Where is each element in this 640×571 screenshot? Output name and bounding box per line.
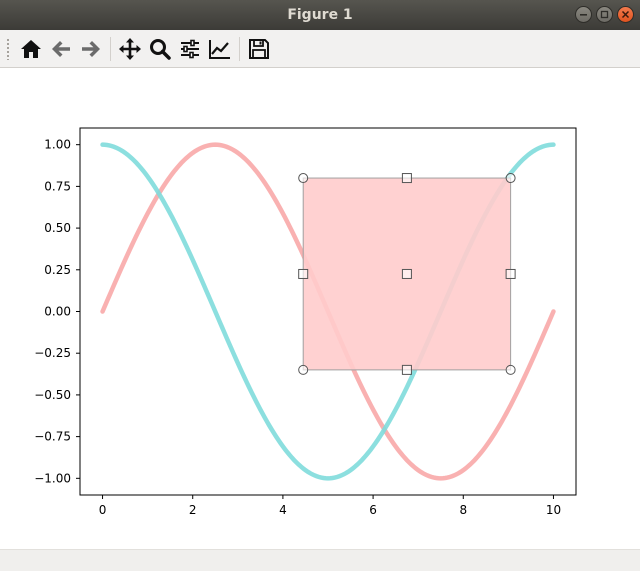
toolbar-grip[interactable] (6, 37, 10, 60)
maximize-icon (600, 10, 609, 19)
window-controls (575, 6, 634, 23)
selector-handle-center[interactable] (401, 268, 412, 279)
selector-handle-top[interactable] (401, 173, 412, 184)
y-tick-label: −0.50 (34, 388, 71, 402)
home-button[interactable] (16, 33, 46, 65)
forward-icon (82, 40, 100, 57)
selector-handle-bottom-left[interactable] (298, 364, 309, 375)
minimize-button[interactable] (575, 6, 592, 23)
subplots-icon (181, 39, 199, 58)
toolbar-separator (110, 36, 111, 61)
save-icon (249, 38, 269, 59)
status-bar (0, 549, 640, 571)
zoom-icon (150, 38, 171, 60)
subplots-button[interactable] (175, 33, 205, 65)
home-icon (21, 39, 41, 58)
y-tick-label: 0.00 (44, 305, 71, 319)
x-tick-label: 6 (369, 503, 377, 517)
y-tick-label: −1.00 (34, 471, 71, 485)
y-tick-label: −0.25 (34, 346, 71, 360)
pan-icon (119, 37, 141, 60)
selector-handle-top-left[interactable] (298, 173, 309, 184)
edit-axes-icon (209, 39, 230, 59)
zoom-button[interactable] (145, 33, 175, 65)
selector-handle-left[interactable] (298, 268, 309, 279)
x-tick-label: 2 (189, 503, 197, 517)
x-tick-label: 8 (459, 503, 467, 517)
edit-axes-button[interactable] (205, 33, 235, 65)
forward-button[interactable] (76, 33, 106, 65)
y-tick-label: 0.75 (44, 179, 71, 193)
selector-handle-right[interactable] (505, 268, 516, 279)
toolbar-separator (239, 36, 240, 61)
x-tick-label: 4 (279, 503, 287, 517)
y-tick-label: 1.00 (44, 138, 71, 152)
x-tick-label: 0 (99, 503, 107, 517)
x-axis-ticks: 0 2 4 6 8 10 (99, 495, 561, 517)
x-tick-label: 10 (546, 503, 561, 517)
close-button[interactable] (617, 6, 634, 23)
plot-svg[interactable]: 0 2 4 6 8 10 1.00 0.75 0.50 0.25 0.00 −0.25 −0.50 −0… (0, 68, 640, 549)
save-button[interactable] (244, 33, 274, 65)
selector-handle-bottom[interactable] (401, 364, 412, 375)
figure-canvas[interactable]: 0 2 4 6 8 10 1.00 0.75 0.50 0.25 0.00 −0.25 −0.50 −0… (0, 68, 640, 549)
navigation-toolbar (0, 30, 640, 68)
selector-handle-top-right[interactable] (505, 173, 516, 184)
close-icon (621, 10, 630, 19)
y-tick-label: 0.50 (44, 221, 71, 235)
back-icon (52, 40, 70, 57)
back-button[interactable] (46, 33, 76, 65)
window-title: Figure 1 (287, 7, 353, 23)
y-axis-ticks: 1.00 0.75 0.50 0.25 0.00 −0.25 −0.50 −0.75 −1.00 (34, 138, 80, 485)
window-titlebar: Figure 1 (0, 0, 640, 30)
maximize-button[interactable] (596, 6, 613, 23)
pan-button[interactable] (115, 33, 145, 65)
y-tick-label: 0.25 (44, 263, 71, 277)
minimize-icon (580, 14, 587, 16)
y-tick-label: −0.75 (34, 430, 71, 444)
selector-handle-bottom-right[interactable] (505, 364, 516, 375)
rectangle-selector[interactable] (298, 173, 516, 375)
